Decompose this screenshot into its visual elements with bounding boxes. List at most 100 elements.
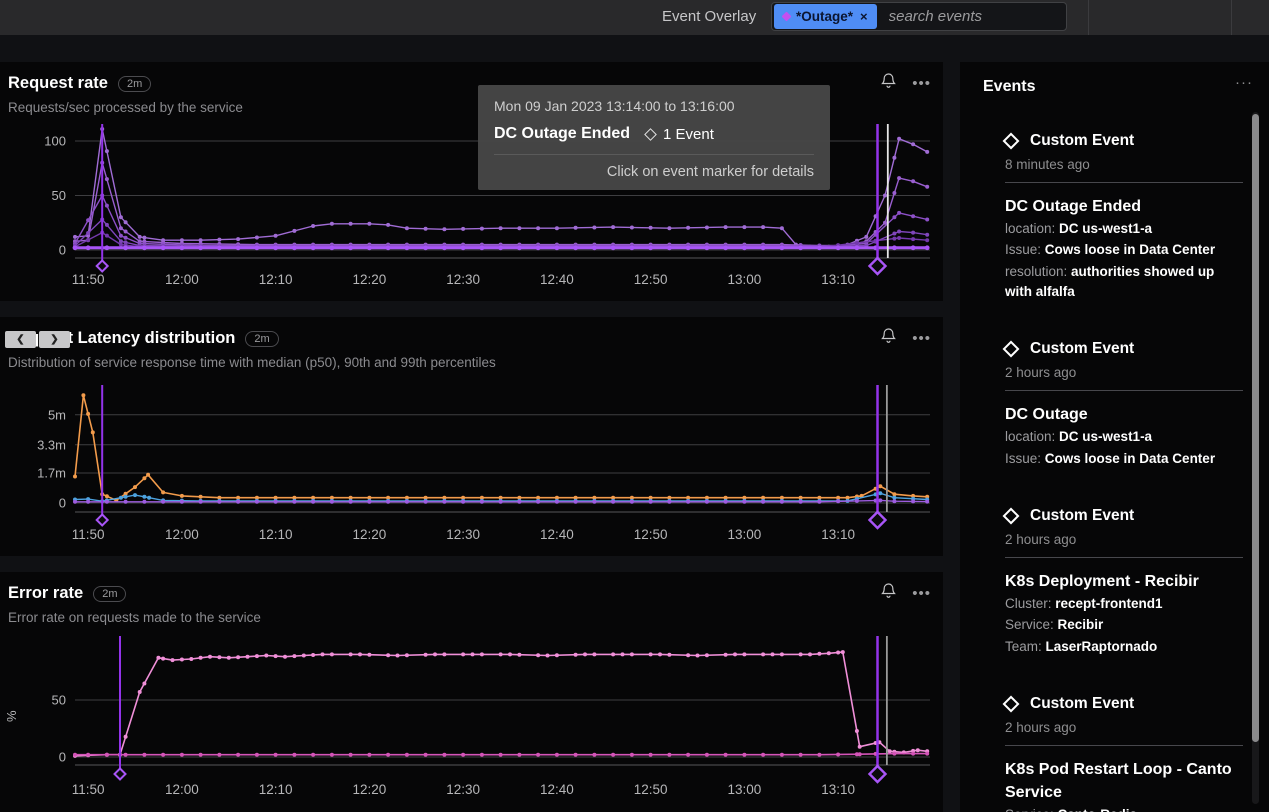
data-point (254, 499, 259, 504)
data-point (704, 653, 709, 658)
event-marker-diamond[interactable] (867, 764, 888, 784)
data-point (808, 652, 812, 657)
x-tick-label: 12:10 (259, 272, 293, 287)
event-item[interactable]: Custom Event 2 hours ago K8s Deployment - … (1002, 507, 1243, 657)
event-time: 8 minutes ago (1005, 157, 1090, 172)
event-type-label: Custom Event (1030, 132, 1135, 149)
card-menu-icon[interactable]: ••• (912, 76, 931, 91)
data-point (104, 499, 109, 504)
data-point (301, 653, 306, 658)
error-rate-card: 0 50 11:50 12:00 12:10 12:20 12:30 12:40 12:50 13… (0, 572, 943, 812)
data-point (897, 229, 902, 234)
event-marker-diamond[interactable] (867, 510, 888, 530)
data-point (329, 245, 335, 251)
filter-chip-outage[interactable]: *Outage* × (774, 4, 877, 29)
data-point (826, 651, 831, 656)
data-point (386, 653, 391, 658)
data-point (311, 499, 316, 504)
data-point (536, 226, 541, 231)
data-point (798, 499, 803, 504)
data-point (208, 654, 212, 659)
data-point (685, 245, 691, 251)
data-point (742, 652, 747, 657)
scrollbar-track[interactable] (1252, 112, 1259, 804)
data-point (386, 222, 391, 227)
data-point (723, 225, 728, 230)
data-point (133, 493, 137, 498)
data-point (911, 237, 916, 242)
data-point (367, 752, 372, 757)
data-point (329, 752, 334, 757)
data-point (925, 232, 930, 237)
data-point (73, 234, 77, 239)
data-point (217, 237, 222, 242)
data-point (925, 499, 930, 504)
event-type-label: Custom Event (1030, 340, 1135, 358)
data-point (925, 751, 930, 756)
pager-next-button[interactable]: ❯ (39, 331, 70, 348)
data-point (897, 176, 902, 181)
event-divider (1005, 556, 1243, 558)
data-point (742, 752, 747, 757)
data-point (461, 499, 466, 504)
data-point (404, 752, 409, 757)
data-point (161, 752, 166, 757)
data-point (133, 485, 137, 490)
diamond-icon (781, 11, 792, 22)
x-tick-label: 12:00 (165, 527, 199, 542)
data-point (573, 652, 578, 657)
data-point (498, 752, 503, 757)
data-point (686, 653, 691, 658)
data-point (545, 653, 550, 658)
data-point (857, 744, 862, 749)
data-point (146, 472, 151, 477)
event-search-box[interactable]: *Outage* × (771, 2, 1092, 31)
data-point (667, 245, 672, 251)
latency-distribution-chart[interactable]: 0 1.7m 3.3m 5m 11:50 12:00 12:10 12:20 12:30 12:4… (0, 317, 943, 556)
event-divider (1005, 744, 1243, 746)
bell-icon[interactable] (881, 582, 897, 604)
event-marker-diamond[interactable] (867, 256, 888, 276)
bell-icon[interactable] (881, 327, 897, 349)
data-point (137, 690, 142, 694)
remove-filter-icon[interactable]: × (860, 9, 868, 24)
event-item[interactable]: Custom Event 2 hours ago DC Outage location… (1002, 340, 1243, 469)
search-events-input[interactable] (876, 7, 1092, 26)
event-marker-diamond[interactable] (95, 259, 110, 273)
data-point (236, 655, 241, 660)
card-menu-icon[interactable]: ••• (912, 586, 931, 601)
scrollbar-thumb[interactable] (1252, 114, 1259, 742)
data-point (583, 652, 587, 657)
event-item[interactable]: Custom Event 2 hours ago K8s Pod Restart L… (1002, 695, 1243, 812)
series-error-rate (74, 651, 928, 757)
error-rate-chart[interactable]: 0 50 11:50 12:00 12:10 12:20 12:30 12:40 12:50 13… (0, 572, 943, 812)
events-panel: Events ··· Custom Event 8 minutes ago DC O… (960, 62, 1269, 812)
data-point (517, 245, 522, 251)
event-marker-diamond[interactable] (113, 767, 127, 781)
data-point (104, 752, 109, 757)
data-point (142, 235, 147, 240)
data-point (160, 245, 166, 251)
event-overlay-label: Event Overlay (662, 8, 757, 25)
data-point (498, 245, 503, 251)
data-point (878, 498, 883, 503)
data-point (104, 222, 109, 227)
event-item[interactable]: Custom Event 8 minutes ago DC Outage Ended… (1002, 132, 1243, 302)
event-divider (1005, 182, 1243, 183)
data-point (90, 430, 95, 435)
data-point (367, 221, 372, 226)
event-field: Issue: Cows loose in Data Center (1005, 450, 1216, 466)
card-menu-icon[interactable]: ••• (912, 331, 931, 346)
events-menu-icon[interactable]: ··· (1235, 74, 1253, 91)
data-point (161, 490, 166, 495)
data-point (479, 652, 484, 657)
x-tick-label: 12:00 (165, 272, 199, 287)
pager-prev-button[interactable]: ❮ (5, 331, 36, 348)
event-marker-diamond[interactable] (95, 513, 110, 527)
data-point (198, 752, 203, 757)
data-point (292, 228, 297, 233)
bell-icon[interactable] (881, 72, 897, 94)
data-point (254, 245, 260, 251)
data-point (925, 184, 930, 189)
data-point (817, 499, 822, 504)
